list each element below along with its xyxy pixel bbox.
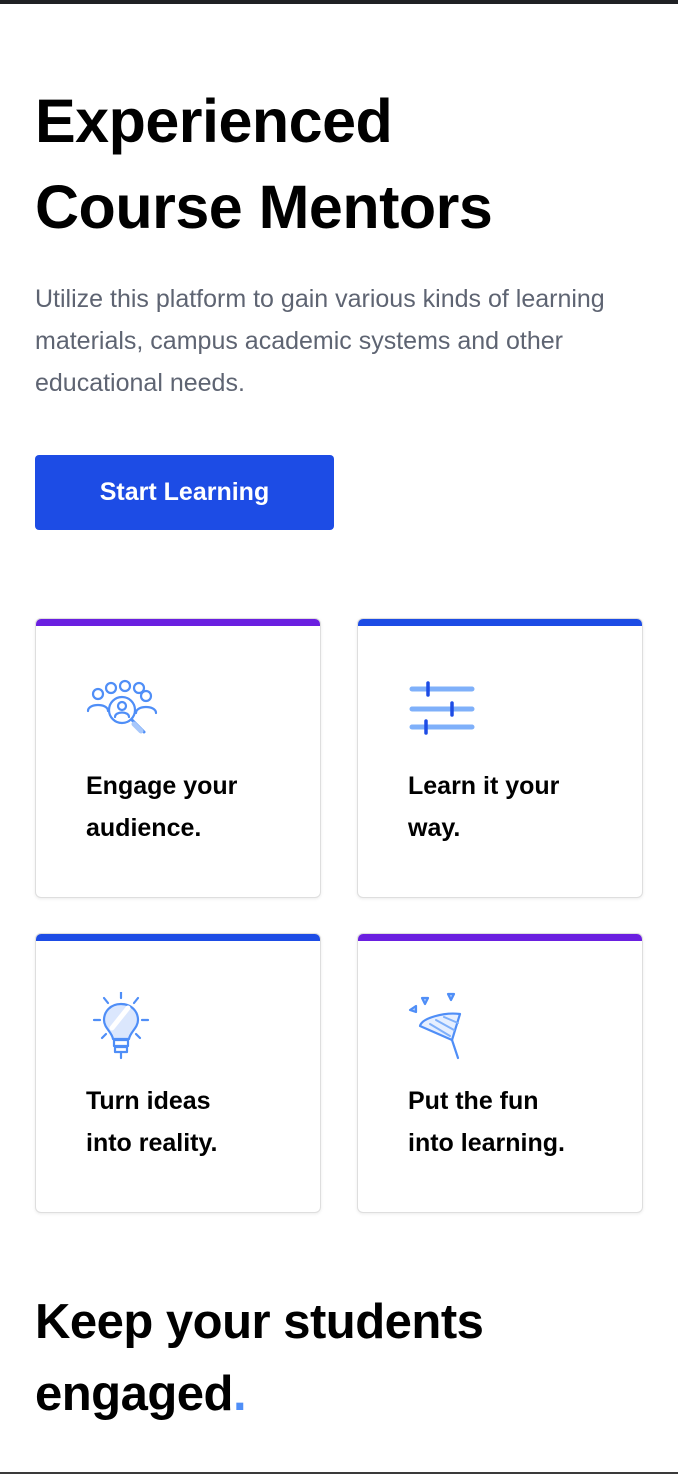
section-title-line2: engaged: [35, 1367, 233, 1421]
hero-title: Experienced Course Mentors: [35, 78, 635, 250]
section-title: Keep your students engaged.: [35, 1286, 655, 1430]
audience-search-icon: [86, 679, 158, 734]
page: Experienced Course Mentors Utilize this …: [0, 0, 678, 1474]
feature-card-ideas: Turn ideas into reality.: [35, 933, 321, 1213]
card-accent-bar: [358, 619, 642, 626]
card-accent-bar: [36, 619, 320, 626]
hero-title-line1: Experienced: [35, 87, 393, 155]
feature-label-line2: way.: [408, 814, 461, 842]
party-popper-icon: [408, 992, 462, 1060]
feature-card-fun: Put the fun into learning.: [357, 933, 643, 1213]
feature-label-line1: Learn it your: [408, 772, 560, 800]
card-accent-bar: [36, 934, 320, 941]
feature-label-line2: audience.: [86, 814, 202, 842]
hero-description: Utilize this platform to gain various ki…: [35, 285, 605, 397]
feature-label-line2: into reality.: [86, 1129, 218, 1157]
feature-label-line2: into learning.: [408, 1129, 565, 1157]
card-accent-bar: [358, 934, 642, 941]
sliders-icon: [409, 681, 475, 735]
feature-label: Engage your audience.: [86, 765, 306, 849]
title-accent-dot: .: [232, 1367, 247, 1421]
feature-label: Put the fun into learning.: [408, 1080, 628, 1164]
hero-title-line2: Course Mentors: [35, 173, 493, 241]
feature-label: Learn it your way.: [408, 765, 628, 849]
feature-card-engage: Engage your audience.: [35, 618, 321, 898]
feature-label-line1: Turn ideas: [86, 1087, 211, 1115]
section-title-line1: Keep your students: [35, 1295, 484, 1349]
lightbulb-icon: [92, 992, 150, 1060]
feature-card-learn: Learn it your way.: [357, 618, 643, 898]
feature-label: Turn ideas into reality.: [86, 1080, 306, 1164]
start-learning-button[interactable]: Start Learning: [35, 455, 334, 530]
feature-label-line1: Put the fun: [408, 1087, 539, 1115]
feature-label-line1: Engage your: [86, 772, 238, 800]
